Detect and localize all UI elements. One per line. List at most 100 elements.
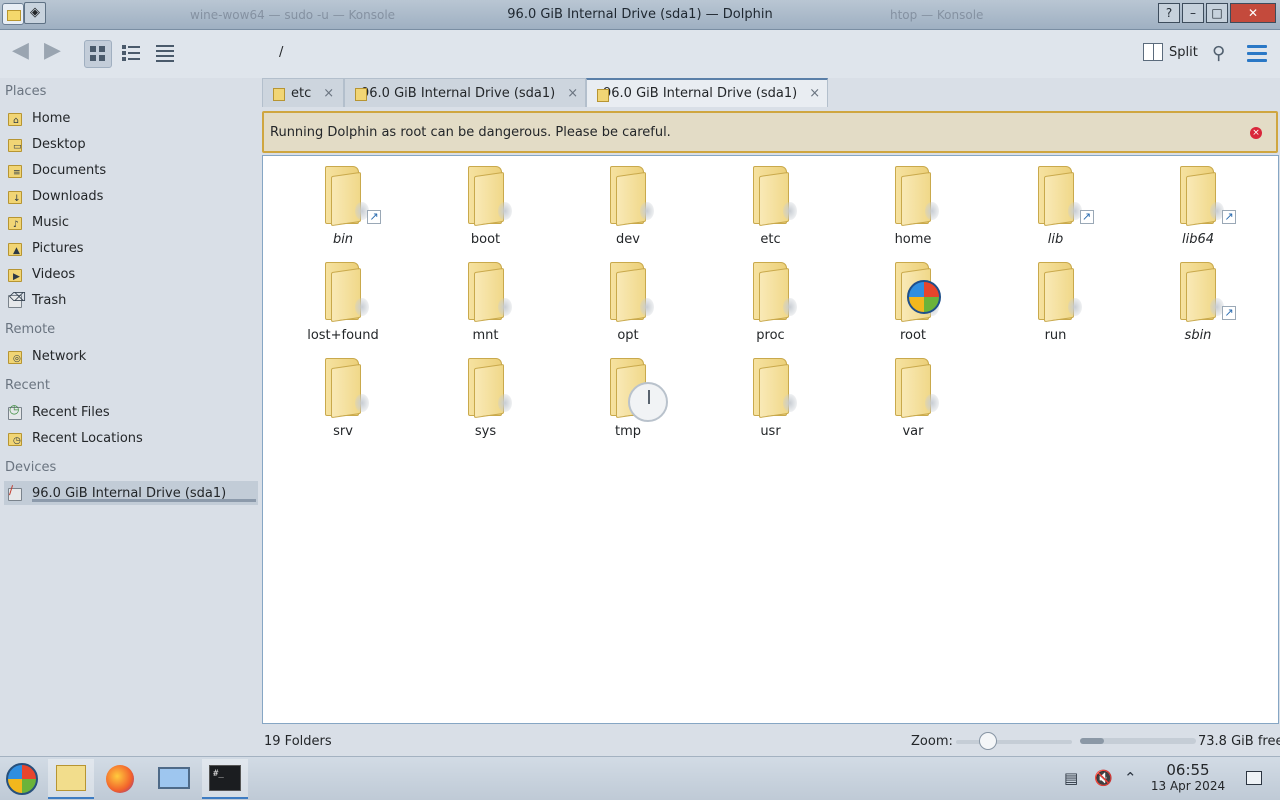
close-window-button[interactable]: ✕ [1230, 3, 1276, 23]
symlink-arrow-icon: ↗ [1222, 210, 1236, 224]
tab-internal-drive[interactable]: 96.0 GiB Internal Drive (sda1) × [344, 78, 586, 107]
folder-item[interactable]: root [842, 252, 984, 344]
toolbar: ◀ ▶ / Split ⚲ [0, 30, 1280, 78]
sidebar-item-desktop[interactable]: ▭ Desktop [4, 132, 258, 156]
sidebar-item-trash[interactable]: ⌫ Trash [4, 288, 258, 312]
folder-name: mnt [472, 328, 499, 343]
folder-item[interactable]: dev [557, 156, 699, 248]
sidebar-item-home[interactable]: ⌂ Home [4, 106, 258, 130]
forward-arrow-icon[interactable]: ▶ [44, 38, 61, 63]
folder-name: boot [470, 232, 501, 247]
taskbar-dolphin[interactable] [48, 759, 94, 799]
folder-item[interactable]: ↗ lib64 [1127, 156, 1269, 248]
folder-name: usr [760, 424, 781, 439]
trash-icon: ⌫ [6, 291, 26, 309]
back-arrow-icon[interactable]: ◀ [12, 38, 29, 63]
start-menu-icon [6, 763, 38, 795]
compact-view-icon [122, 45, 140, 61]
devices-header: Devices [5, 460, 57, 475]
folder-item[interactable]: home [842, 156, 984, 248]
sidebar-item-videos[interactable]: ▶ Videos [4, 262, 258, 286]
sidebar-item-recent-locations[interactable]: ◷ Recent Locations [4, 426, 258, 450]
recent-locations-icon: ◷ [6, 429, 26, 447]
clock-time: 06:55 [1166, 761, 1210, 779]
folder-icon [895, 164, 939, 227]
folder-item[interactable]: ↗ sbin [1127, 252, 1269, 344]
folder-item[interactable]: usr [700, 348, 842, 440]
sidebar-item-documents[interactable]: ≡ Documents [4, 158, 258, 182]
close-tab-icon[interactable]: × [323, 86, 334, 101]
location-path[interactable]: / [279, 45, 283, 60]
taskbar-system-settings[interactable] [150, 759, 196, 799]
zoom-slider[interactable] [956, 740, 1072, 744]
folder-item[interactable]: tmp [557, 348, 699, 440]
folder-icon [325, 356, 369, 419]
folder-item[interactable]: var [842, 348, 984, 440]
folder-item[interactable]: mnt [415, 252, 557, 344]
remote-header: Remote [5, 322, 56, 337]
sidebar-item-label: Recent Locations [32, 430, 143, 446]
details-view-icon [156, 45, 174, 62]
drive-icon: ∕ [6, 484, 26, 502]
close-tab-icon[interactable]: × [567, 86, 578, 101]
tab-etc[interactable]: etc × [262, 78, 344, 107]
tab-label: 96.0 GiB Internal Drive (sda1) [603, 86, 798, 101]
window-title: 96.0 GiB Internal Drive (sda1) — Dolphin [507, 7, 773, 22]
taskbar-firefox[interactable] [98, 759, 144, 799]
symlink-arrow-icon: ↗ [1222, 306, 1236, 320]
folder-item[interactable]: sys [415, 348, 557, 440]
compact-view-button[interactable] [118, 40, 146, 68]
folder-name: dev [616, 232, 640, 247]
volume-muted-icon[interactable]: 🔇 [1094, 769, 1113, 787]
sidebar-item-network[interactable]: ◎ Network [4, 344, 258, 368]
folder-item[interactable]: run [985, 252, 1127, 344]
clock[interactable]: 06:55 13 Apr 2024 [1146, 761, 1230, 793]
split-button[interactable]: Split [1143, 43, 1198, 61]
tab-label: 96.0 GiB Internal Drive (sda1) [361, 85, 556, 101]
folder-name: sys [474, 424, 497, 439]
clipboard-icon[interactable]: ▤ [1064, 769, 1078, 787]
folder-item[interactable]: boot [415, 156, 557, 248]
show-desktop-icon[interactable] [1246, 771, 1262, 785]
folder-icon [895, 260, 941, 323]
folder-icon: ↗ [1180, 260, 1236, 323]
folder-icon [467, 260, 512, 323]
sidebar-item-music[interactable]: ♪ Music [4, 210, 258, 234]
close-banner-icon[interactable]: × [1250, 127, 1262, 139]
sidebar-item-downloads[interactable]: ↓ Downloads [4, 184, 258, 208]
sidebar-item-recent-files[interactable]: ◷ Recent Files [4, 400, 258, 424]
folder-name: bin [332, 232, 354, 247]
chevron-up-icon[interactable]: ⌃ [1124, 769, 1137, 787]
folder-name: lost+found [307, 328, 379, 343]
folder-item[interactable]: opt [557, 252, 699, 344]
folder-name: srv [333, 424, 353, 439]
zoom-label: Zoom: [911, 734, 953, 749]
folder-item[interactable]: proc [700, 252, 842, 344]
root-warning-text: Running Dolphin as root can be dangerous… [270, 125, 671, 140]
folder-item[interactable]: ↗ lib [985, 156, 1127, 248]
file-view[interactable]: ↗ bin boot dev etc home ↗ lib ↗ lib64 lost+found mn… [262, 155, 1279, 724]
taskbar-konsole[interactable]: #_ [202, 759, 248, 799]
sidebar-item-pictures[interactable]: ▲ Pictures [4, 236, 258, 260]
folder-item[interactable]: srv [272, 348, 414, 440]
status-bar: 19 Folders Zoom: 73.8 GiB free [262, 728, 1280, 754]
details-view-button[interactable] [152, 40, 180, 68]
search-icon[interactable]: ⚲ [1212, 43, 1225, 64]
folder-item[interactable]: lost+found [272, 252, 414, 344]
close-tab-icon[interactable]: × [809, 86, 820, 101]
start-button[interactable] [0, 759, 46, 799]
icons-view-button[interactable] [84, 40, 112, 68]
symlink-arrow-icon: ↗ [367, 210, 381, 224]
tab-internal-drive-active[interactable]: 96.0 GiB Internal Drive (sda1) × [586, 78, 828, 107]
folder-item[interactable]: ↗ bin [272, 156, 414, 248]
network-icon: ◎ [6, 347, 26, 365]
minimize-button[interactable]: – [1182, 3, 1204, 23]
windows-logo-icon [907, 280, 941, 314]
hamburger-menu-icon[interactable] [1247, 45, 1267, 66]
help-button[interactable]: ? [1158, 3, 1180, 23]
maximize-button[interactable]: □ [1206, 3, 1228, 23]
sidebar-item-label: Documents [32, 162, 107, 178]
zoom-slider-handle[interactable] [979, 732, 998, 750]
folder-icon [752, 356, 797, 419]
folder-item[interactable]: etc [700, 156, 842, 248]
